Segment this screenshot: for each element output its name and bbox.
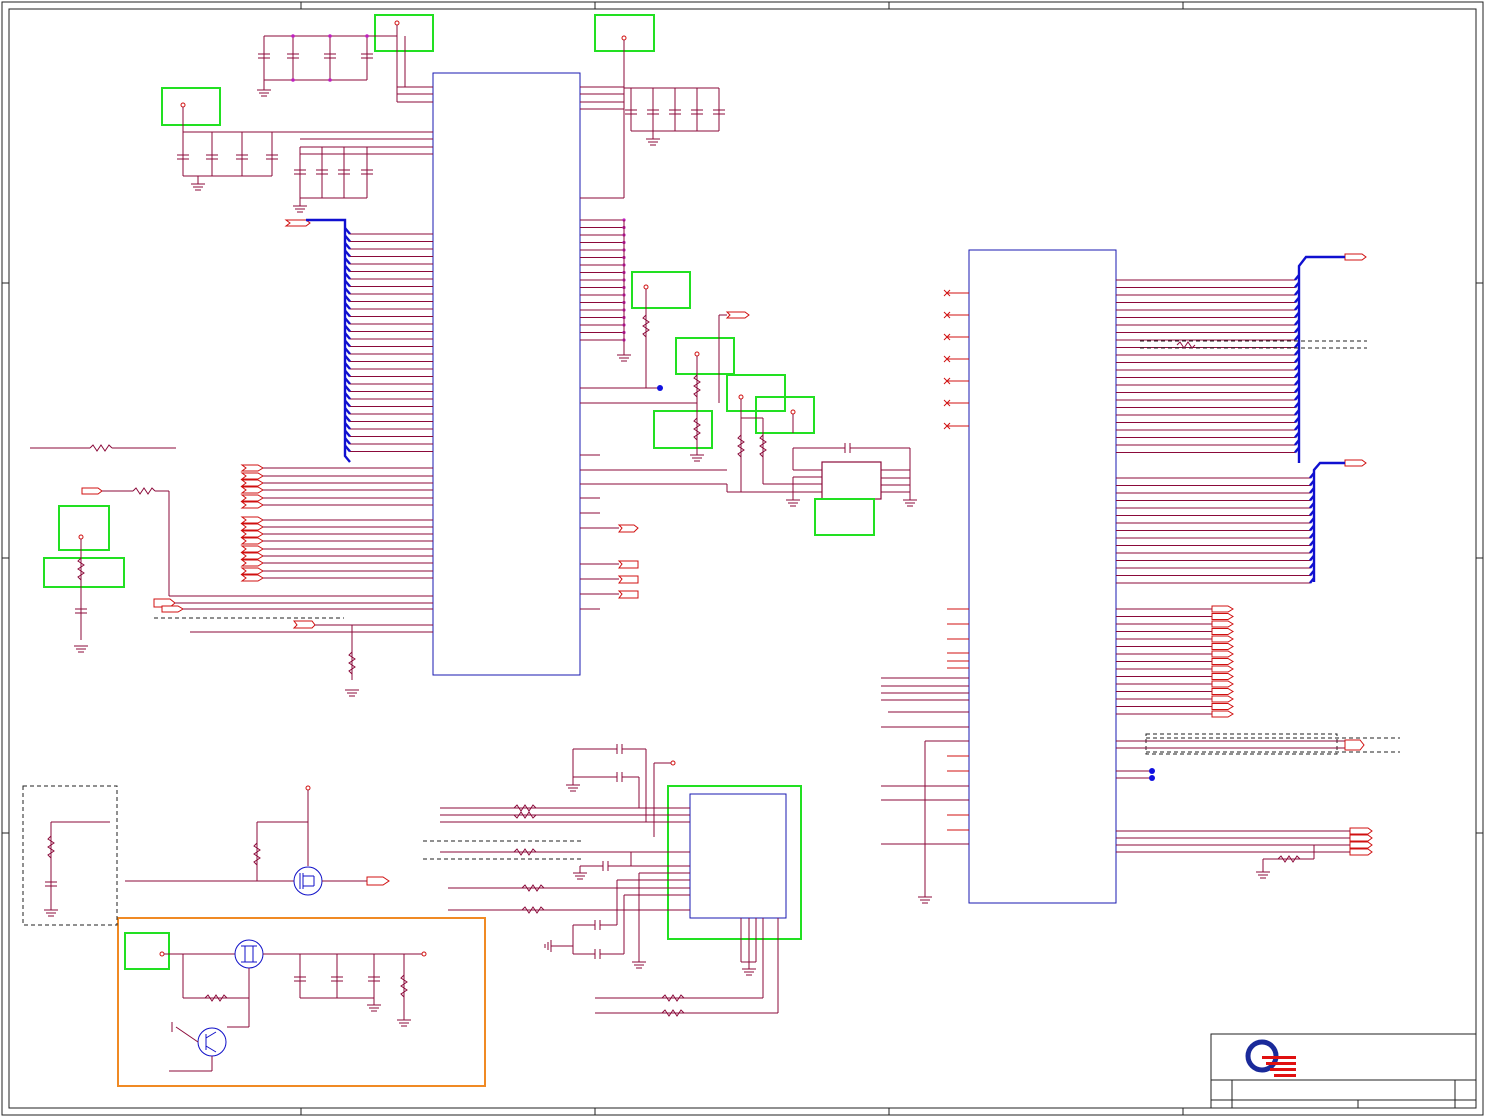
net-flag xyxy=(240,472,264,480)
net-flag xyxy=(1211,695,1234,703)
net-flag xyxy=(240,479,264,487)
mosfet-icon xyxy=(293,866,323,896)
ground-icon xyxy=(632,961,646,969)
ground-icon xyxy=(646,138,660,146)
net-flag xyxy=(1211,635,1234,643)
ground-icon xyxy=(1256,871,1270,879)
net-flag xyxy=(240,567,264,575)
orange-highlight xyxy=(117,917,486,1087)
net-flag xyxy=(1211,620,1234,628)
net-flag xyxy=(1211,665,1234,673)
ground-icon xyxy=(293,205,307,213)
u1-left-net-flags xyxy=(240,464,433,582)
ground-icon xyxy=(257,89,271,97)
title-block xyxy=(1210,1033,1477,1109)
net-flag xyxy=(1211,680,1234,688)
decoupling-caps-left xyxy=(177,102,433,206)
dashed-region-right xyxy=(1145,733,1338,755)
u2-left-pins xyxy=(943,289,969,831)
dashed-region-left xyxy=(22,785,118,926)
ground-icon xyxy=(690,454,704,462)
power-switch-circuit xyxy=(159,939,427,1072)
ground-icon xyxy=(903,499,917,507)
dashed-region-circuit xyxy=(45,821,110,910)
decoupling-caps-top-right xyxy=(580,35,725,199)
transistor-icon xyxy=(197,1027,227,1057)
left-signal-resistor xyxy=(75,487,170,640)
schematic-diagram xyxy=(1,1,1484,1116)
net-flag xyxy=(240,516,264,524)
net-flag xyxy=(1211,643,1234,650)
u1-bottom-left-signals xyxy=(153,595,433,680)
net-flag xyxy=(240,559,264,567)
net-flag xyxy=(240,530,264,538)
net-flag xyxy=(240,537,264,545)
company-logo-icon xyxy=(1245,1039,1296,1077)
net-flag xyxy=(240,494,264,502)
ground-icon xyxy=(918,896,932,904)
mosfet-switch xyxy=(125,785,390,896)
net-flag xyxy=(240,464,264,472)
ground-icon xyxy=(191,183,205,191)
net-flag xyxy=(1211,628,1234,635)
ground-icon xyxy=(566,784,580,792)
net-flag xyxy=(240,552,264,560)
net-flag xyxy=(1211,710,1234,718)
ground-icon xyxy=(44,909,58,917)
ic-main-right xyxy=(968,249,1117,904)
u2-right-flags xyxy=(1116,253,1400,872)
u2-left-lower-wires xyxy=(881,677,969,897)
net-flag xyxy=(1211,658,1234,665)
u1-right-lines xyxy=(580,218,626,355)
ground-icon xyxy=(617,354,631,362)
u1-left-bus-lines xyxy=(344,227,433,453)
net-flag xyxy=(1211,605,1234,613)
resistor-mid-left xyxy=(30,444,176,452)
net-flag xyxy=(240,545,264,553)
net-flag xyxy=(1211,650,1234,658)
u1-right-misc xyxy=(580,284,911,610)
net-flag xyxy=(240,523,264,531)
net-flag xyxy=(240,501,264,509)
net-flag xyxy=(1211,703,1234,710)
net-flag xyxy=(240,574,264,582)
ground-icon xyxy=(786,499,800,507)
ground-icon xyxy=(74,645,88,653)
mosfet-icon xyxy=(234,939,264,969)
u2-right-pins xyxy=(1116,274,1345,749)
ground-icon xyxy=(397,1019,411,1027)
ic-main-left xyxy=(432,72,581,676)
ground-icon xyxy=(345,689,359,697)
net-flag xyxy=(1211,613,1234,620)
ground-icon xyxy=(573,872,587,880)
decoupling-caps-top xyxy=(258,20,433,103)
net-flag xyxy=(1211,673,1234,680)
net-flag xyxy=(240,486,264,494)
ground-icon xyxy=(742,968,756,976)
sheet-frame xyxy=(1,1,1484,1116)
ground-icon xyxy=(367,1004,381,1012)
net-flag xyxy=(1211,688,1234,695)
ic-bottom-center xyxy=(689,793,787,919)
ic-small-middle xyxy=(821,461,882,500)
bus-left-u1 xyxy=(284,218,351,463)
